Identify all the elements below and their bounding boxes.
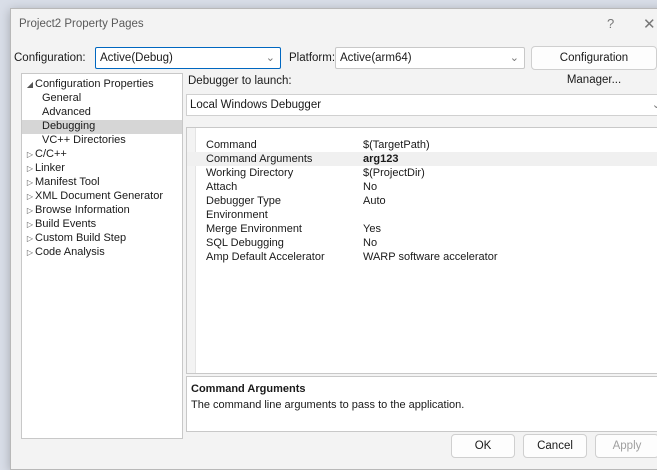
- property-row[interactable]: Command $(TargetPath): [187, 138, 657, 152]
- expander-icon[interactable]: ▷: [25, 192, 35, 201]
- chevron-down-icon: ⌄: [265, 52, 275, 64]
- debugger-label: Debugger to launch:: [188, 75, 292, 87]
- configuration-dropdown[interactable]: Active(Debug) ⌄: [95, 47, 281, 69]
- tree-item[interactable]: ▷ Linker: [22, 162, 182, 176]
- property-row[interactable]: Environment: [187, 208, 657, 222]
- property-name: Command: [206, 139, 257, 151]
- property-row[interactable]: Amp Default Accelerator WARP software acc…: [187, 250, 657, 264]
- property-value[interactable]: $(ProjectDir): [363, 167, 425, 179]
- tree-item[interactable]: Advanced: [22, 106, 182, 120]
- property-row[interactable]: Merge Environment Yes: [187, 222, 657, 236]
- property-value[interactable]: $(TargetPath): [363, 139, 430, 151]
- platform-value: Active(arm64): [340, 52, 412, 64]
- description-text: The command line arguments to pass to th…: [191, 399, 465, 411]
- expander-icon[interactable]: ▷: [25, 220, 35, 229]
- configuration-value: Active(Debug): [100, 52, 173, 64]
- property-tree[interactable]: ◢ Configuration Properties General Advanc…: [21, 73, 183, 439]
- expander-icon[interactable]: ▷: [25, 150, 35, 159]
- tree-item-label: Custom Build Step: [35, 232, 127, 244]
- tree-item-label: Advanced: [42, 106, 91, 118]
- property-value[interactable]: Auto: [363, 195, 386, 207]
- property-name: Environment: [206, 209, 268, 221]
- property-value[interactable]: arg123: [363, 153, 398, 165]
- tree-item[interactable]: VC++ Directories: [22, 134, 182, 148]
- property-pages-dialog: Project2 Property Pages ? ✕ Configuratio…: [10, 8, 657, 470]
- tree-item-label: Configuration Properties: [35, 78, 154, 90]
- window-title: Project2 Property Pages: [19, 18, 144, 30]
- tree-item-label: Browse Information: [35, 204, 130, 216]
- property-value[interactable]: No: [363, 237, 377, 249]
- configuration-manager-button[interactable]: Configuration Manager...: [531, 46, 657, 86]
- help-button[interactable]: ?: [607, 16, 614, 31]
- tree-item-debugging[interactable]: Debugging: [22, 120, 182, 134]
- property-name: Merge Environment: [206, 223, 302, 235]
- property-value[interactable]: Yes: [363, 223, 381, 235]
- property-row[interactable]: Debugger Type Auto: [187, 194, 657, 208]
- tree-item-label: General: [42, 92, 82, 104]
- expander-icon[interactable]: ▷: [25, 206, 35, 215]
- expander-icon[interactable]: ▷: [25, 248, 35, 257]
- property-name: Working Directory: [206, 167, 294, 179]
- tree-item-label: Manifest Tool: [35, 176, 100, 188]
- configuration-label: Configuration:: [14, 52, 86, 64]
- ok-button[interactable]: OK: [451, 434, 515, 458]
- property-grid[interactable]: Command $(TargetPath) Command Arguments ar…: [186, 127, 657, 374]
- tree-item[interactable]: ▷ Manifest Tool: [22, 176, 182, 190]
- tree-item[interactable]: ◢ Configuration Properties: [22, 78, 182, 92]
- property-value[interactable]: WARP software accelerator: [363, 251, 498, 263]
- expander-icon[interactable]: ◢: [25, 80, 35, 89]
- property-name: Debugger Type: [206, 195, 282, 207]
- configuration-row: Configuration: Active(Debug) ⌄ Platform:…: [11, 46, 657, 86]
- apply-button[interactable]: Apply: [595, 434, 657, 458]
- tree-item-label: XML Document Generator: [35, 190, 163, 202]
- description-title: Command Arguments: [191, 383, 306, 395]
- tree-item-label: Linker: [35, 162, 65, 174]
- tree-item-label: Debugging: [42, 120, 96, 132]
- chevron-down-icon: ⌄: [651, 99, 657, 111]
- expander-icon[interactable]: ▷: [25, 178, 35, 187]
- description-panel: Command Arguments The command line argum…: [186, 376, 657, 432]
- property-value[interactable]: No: [363, 181, 377, 193]
- expander-icon[interactable]: ▷: [25, 234, 35, 243]
- tree-item-label: C/C++: [35, 148, 67, 160]
- chevron-down-icon: ⌄: [509, 52, 519, 64]
- debugger-dropdown[interactable]: Local Windows Debugger ⌄: [186, 94, 657, 116]
- property-row-selected[interactable]: Command Arguments arg123: [187, 152, 657, 166]
- debugger-value: Local Windows Debugger: [190, 99, 322, 111]
- close-icon[interactable]: ✕: [643, 15, 656, 33]
- platform-dropdown[interactable]: Active(arm64) ⌄: [335, 47, 525, 69]
- tree-item-label: Build Events: [35, 218, 97, 230]
- tree-item[interactable]: ▷ Code Analysis: [22, 246, 182, 260]
- tree-item[interactable]: ▷ XML Document Generator: [22, 190, 182, 204]
- expander-icon[interactable]: ▷: [25, 164, 35, 173]
- tree-item[interactable]: ▷ Custom Build Step: [22, 232, 182, 246]
- tree-item-label: Code Analysis: [35, 246, 105, 258]
- tree-item-label: VC++ Directories: [42, 134, 126, 146]
- cancel-button[interactable]: Cancel: [523, 434, 587, 458]
- tree-item[interactable]: ▷ Browse Information: [22, 204, 182, 218]
- platform-label: Platform:: [289, 52, 336, 64]
- property-row[interactable]: SQL Debugging No: [187, 236, 657, 250]
- property-name: Amp Default Accelerator: [206, 251, 325, 263]
- property-row[interactable]: Attach No: [187, 180, 657, 194]
- property-row[interactable]: Working Directory $(ProjectDir): [187, 166, 657, 180]
- property-name: Attach: [206, 181, 238, 193]
- property-name: Command Arguments: [206, 153, 313, 165]
- tree-item[interactable]: ▷ C/C++: [22, 148, 182, 162]
- tree-item[interactable]: ▷ Build Events: [22, 218, 182, 232]
- title-bar: Project2 Property Pages ? ✕: [11, 9, 657, 39]
- tree-item[interactable]: General: [22, 92, 182, 106]
- property-name: SQL Debugging: [206, 237, 284, 249]
